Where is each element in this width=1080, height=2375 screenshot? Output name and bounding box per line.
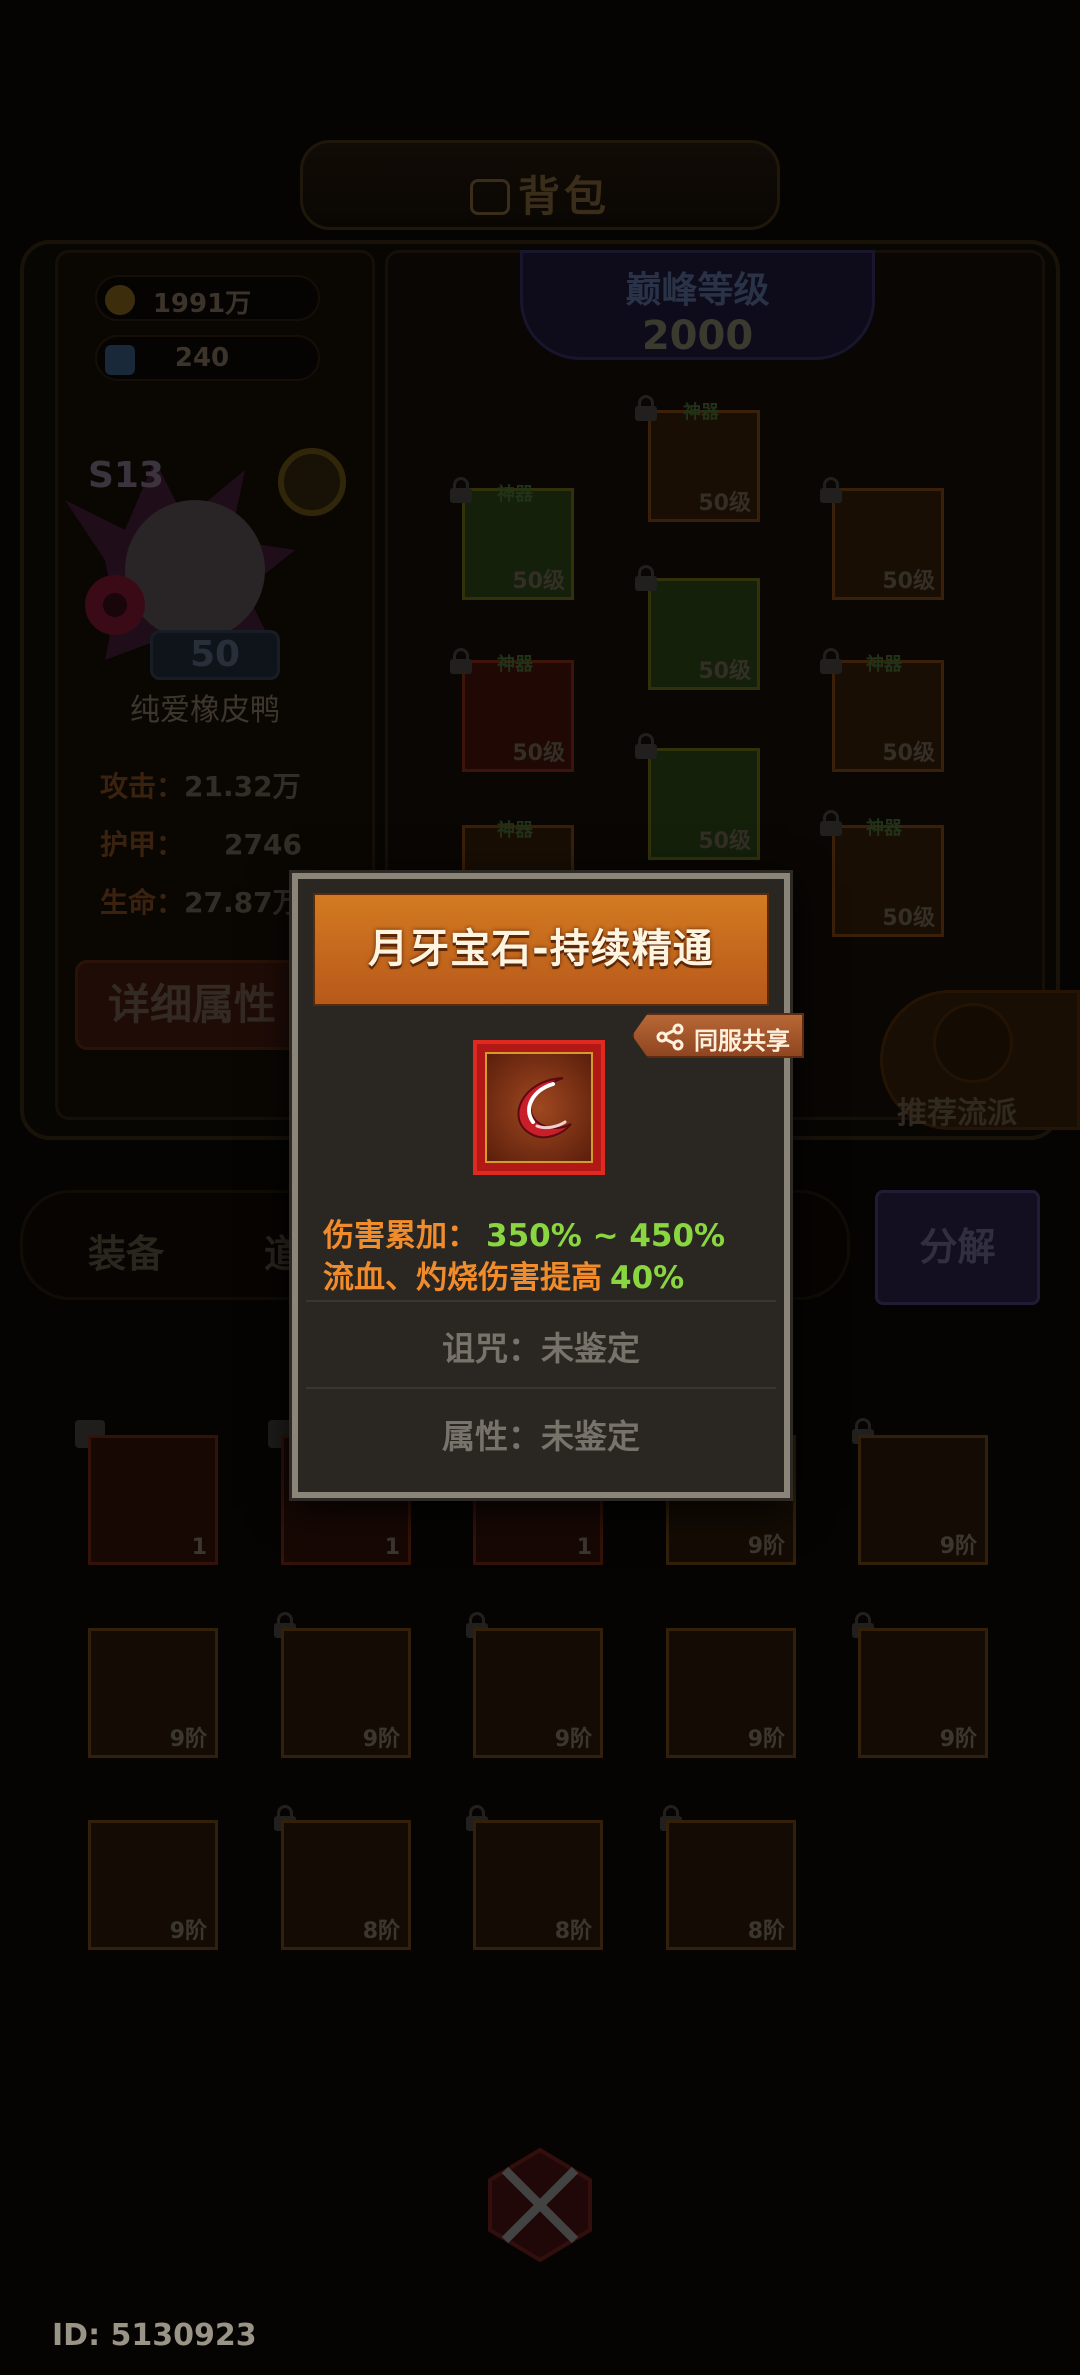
slot-level: 50级 bbox=[698, 491, 751, 516]
lock-icon bbox=[635, 565, 657, 591]
inventory-slot[interactable]: 9阶 bbox=[666, 1628, 796, 1758]
slot-level: 50级 bbox=[882, 569, 935, 594]
effect1-value: 350% ~ 450% bbox=[486, 1218, 726, 1254]
inventory-slot[interactable]: 9阶 bbox=[858, 1435, 988, 1565]
effect-bleed-burn: 流血、灼烧伤害提高 40% bbox=[323, 1252, 684, 1297]
artifact-tag: 神器 bbox=[497, 820, 533, 841]
slot-grade: 9阶 bbox=[747, 1534, 785, 1559]
inventory-slot[interactable]: 1 bbox=[88, 1435, 218, 1565]
effect2-value: 40% bbox=[610, 1260, 685, 1296]
slot-level: 50级 bbox=[698, 829, 751, 854]
equip-slot-ring[interactable]: 50级 bbox=[832, 660, 944, 772]
slot-grade: 9阶 bbox=[747, 1727, 785, 1752]
inventory-slot[interactable]: 8阶 bbox=[666, 1820, 796, 1950]
share-icon bbox=[656, 1023, 684, 1051]
inventory-slot[interactable]: 9阶 bbox=[473, 1628, 603, 1758]
lock-icon bbox=[450, 648, 472, 674]
inventory-slot[interactable]: 9阶 bbox=[88, 1820, 218, 1950]
lock-icon bbox=[820, 477, 842, 503]
close-crossed-swords-icon[interactable] bbox=[480, 2145, 600, 2265]
tab-equipment[interactable]: 装备 bbox=[88, 1223, 164, 1278]
slot-level: 50级 bbox=[882, 906, 935, 931]
effect1-label: 伤害累加： bbox=[323, 1218, 478, 1254]
lock-icon bbox=[820, 810, 842, 836]
inventory-slot[interactable]: 9阶 bbox=[281, 1628, 411, 1758]
slot-grade: 9阶 bbox=[169, 1919, 207, 1944]
lock-icon bbox=[450, 477, 472, 503]
slot-grade: 8阶 bbox=[362, 1919, 400, 1944]
slot-level: 50级 bbox=[512, 569, 565, 594]
artifact-tag: 神器 bbox=[866, 818, 902, 839]
slot-count: 1 bbox=[384, 1535, 400, 1560]
slot-grade: 9阶 bbox=[939, 1534, 977, 1559]
slot-count: 1 bbox=[191, 1535, 207, 1560]
item-icon-frame bbox=[473, 1040, 605, 1175]
slot-grade: 9阶 bbox=[362, 1727, 400, 1752]
slot-grade: 8阶 bbox=[747, 1919, 785, 1944]
slot-grade: 9阶 bbox=[169, 1727, 207, 1752]
recommend-label: 推荐流派 bbox=[897, 1096, 1017, 1131]
share-label: 同服共享 bbox=[694, 1027, 790, 1055]
divider bbox=[306, 1300, 776, 1302]
lock-icon bbox=[820, 648, 842, 674]
popup-title: 月牙宝石-持续精通 bbox=[313, 893, 769, 1006]
decompose-button[interactable]: 分解 bbox=[875, 1190, 1040, 1305]
effect-damage-stack: 伤害累加： 350% ~ 450% bbox=[323, 1210, 725, 1255]
artifact-tag: 神器 bbox=[497, 484, 533, 505]
curse-status: 诅咒：未鉴定 bbox=[442, 1329, 640, 1368]
inventory-slot[interactable]: 9阶 bbox=[858, 1628, 988, 1758]
player-id: ID: 5130923 bbox=[52, 2318, 257, 2353]
divider bbox=[306, 1387, 776, 1389]
equip-slot-pants[interactable]: 50级 bbox=[648, 748, 760, 860]
slot-grade: 8阶 bbox=[554, 1919, 592, 1944]
attribute-status: 属性：未鉴定 bbox=[442, 1417, 640, 1456]
equip-slot-boots[interactable]: 50级 bbox=[832, 825, 944, 937]
lock-icon bbox=[635, 395, 657, 421]
slot-level: 50级 bbox=[512, 741, 565, 766]
share-server-button[interactable]: 同服共享 bbox=[632, 1013, 804, 1058]
inventory-slot[interactable]: 8阶 bbox=[473, 1820, 603, 1950]
artifact-tag: 神器 bbox=[497, 654, 533, 675]
slot-level: 50级 bbox=[698, 659, 751, 684]
slot-level: 50级 bbox=[882, 741, 935, 766]
effect2-label: 流血、灼烧伤害提高 bbox=[323, 1260, 602, 1296]
item-icon-bg bbox=[485, 1052, 593, 1163]
recommend-build-button[interactable]: 推荐流派 bbox=[880, 990, 1080, 1131]
equip-slot-pet[interactable]: 50级 bbox=[832, 488, 944, 600]
thumbs-up-icon bbox=[933, 1003, 1013, 1083]
equip-slot-hat[interactable]: 50级 bbox=[648, 410, 760, 522]
lock-icon bbox=[635, 733, 657, 759]
slot-grade: 9阶 bbox=[554, 1727, 592, 1752]
slot-grade: 9阶 bbox=[939, 1727, 977, 1752]
slot-count: 1 bbox=[576, 1535, 592, 1560]
equip-slot-armor[interactable]: 50级 bbox=[648, 578, 760, 690]
inventory-slot[interactable]: 8阶 bbox=[281, 1820, 411, 1950]
equip-slot-glove[interactable]: 50级 bbox=[462, 660, 574, 772]
artifact-tag: 神器 bbox=[866, 654, 902, 675]
crescent-gem-icon bbox=[517, 1077, 572, 1139]
inventory-slot[interactable]: 9阶 bbox=[88, 1628, 218, 1758]
artifact-tag: 神器 bbox=[683, 402, 719, 423]
